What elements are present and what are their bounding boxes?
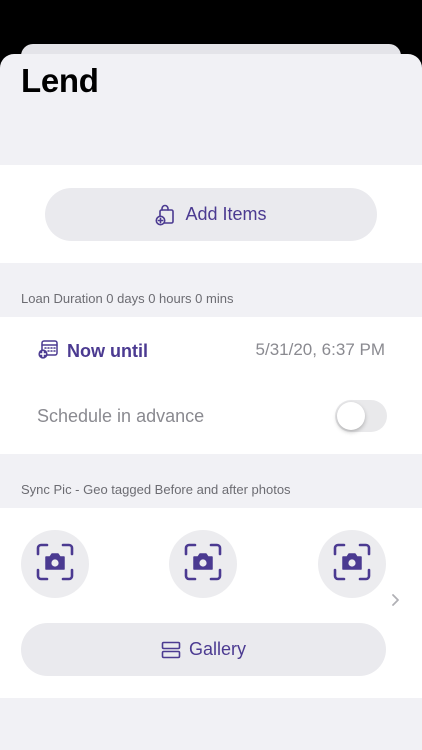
gallery-button[interactable]: Gallery bbox=[21, 623, 386, 676]
camera-icon bbox=[184, 543, 222, 586]
now-until-label: Now until bbox=[67, 341, 148, 361]
schedule-advance-label: Schedule in advance bbox=[37, 406, 205, 426]
chevron-right-icon[interactable] bbox=[390, 592, 400, 613]
camera-button-1[interactable] bbox=[21, 530, 89, 598]
camera-button-3[interactable] bbox=[318, 530, 386, 598]
add-items-button[interactable]: Add Items bbox=[45, 188, 377, 241]
gallery-icon bbox=[161, 641, 181, 659]
end-datetime-value[interactable]: 5/31/20, 6:37 PM bbox=[256, 340, 385, 360]
camera-icon bbox=[333, 543, 371, 586]
bag-plus-icon bbox=[155, 204, 177, 226]
schedule-advance-toggle[interactable] bbox=[335, 400, 387, 432]
gallery-label: Gallery bbox=[188, 639, 246, 659]
sync-pic-caption: Sync Pic - Geo tagged Before and after p… bbox=[21, 482, 291, 497]
loan-duration-caption: Loan Duration 0 days 0 hours 0 mins bbox=[21, 291, 234, 306]
calendar-plus-icon bbox=[37, 338, 59, 365]
toggle-knob bbox=[337, 402, 365, 430]
camera-icon bbox=[36, 543, 74, 586]
add-items-label: Add Items bbox=[185, 204, 267, 224]
camera-button-2[interactable] bbox=[169, 530, 237, 598]
now-until-row[interactable]: Now until bbox=[37, 338, 148, 365]
page-title: Lend bbox=[21, 62, 99, 99]
